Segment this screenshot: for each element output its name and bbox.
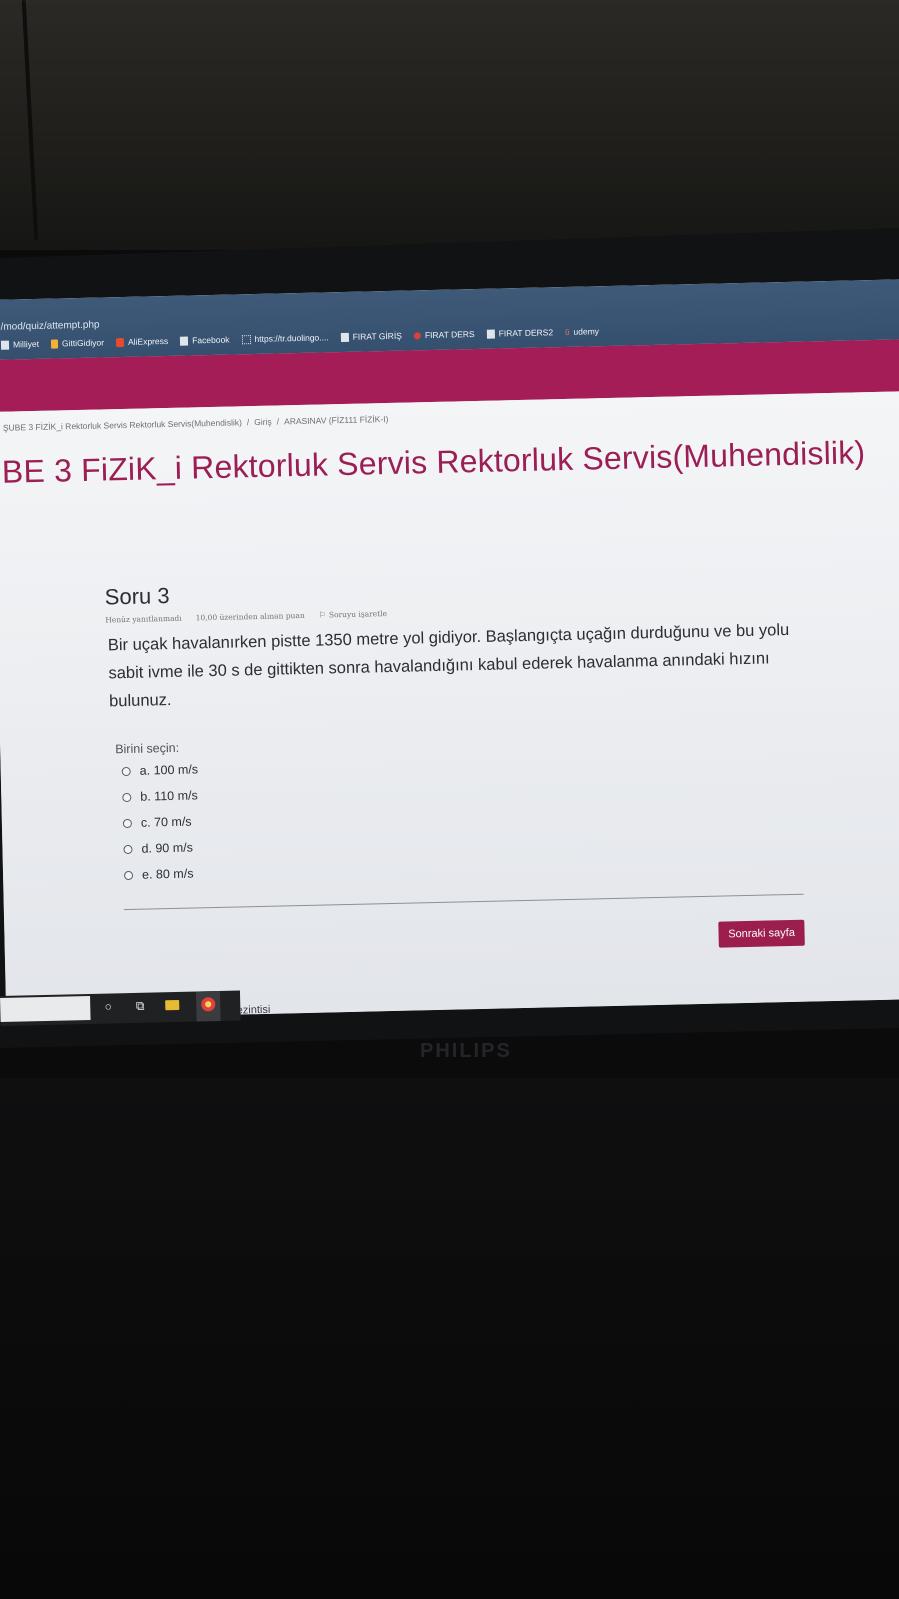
bookmark-label: AliExpress [127, 335, 169, 347]
radio-button[interactable] [122, 792, 132, 802]
answer-option-e[interactable]: e. 80 m/s [123, 866, 194, 883]
milliyet-icon [0, 340, 10, 350]
question-status: Henüz yanıtlanmadı [105, 613, 182, 625]
answer-option-a[interactable]: a. 100 m/s [121, 762, 199, 778]
flag-icon: ⚐ [318, 610, 326, 620]
bookmark-label: udemy [573, 326, 600, 337]
bookmark-milliyet[interactable]: Milliyet [0, 338, 40, 350]
cortana-icon[interactable]: ○ [100, 998, 116, 1014]
chrome-logo [201, 997, 216, 1012]
cable [21, 0, 39, 240]
taskbar-search-box[interactable] [0, 995, 91, 1022]
breadcrumb-course[interactable]: ŞUBE 3 FİZİK_i Rektorluk Servis Rektorlu… [3, 417, 242, 432]
bookmark-duolingo[interactable]: https://tr.duolingo.... [241, 332, 329, 345]
next-page-button[interactable]: Sonraki sayfa [718, 919, 805, 948]
option-label: c. 70 m/s [140, 814, 192, 830]
breadcrumb-separator: / [246, 417, 250, 428]
address-bar[interactable]: /mod/quiz/attempt.php [0, 320, 99, 333]
bookmark-label: Facebook [192, 334, 230, 346]
bookmark-label: FIRAT DERS [424, 329, 475, 341]
monitor-screen: /mod/quiz/attempt.php Milliyet GittiGidi… [0, 279, 899, 1020]
radio-button[interactable] [123, 870, 134, 880]
option-label: b. 110 m/s [140, 788, 198, 804]
bookmark-firat-giris[interactable]: FIRAT GİRİŞ [340, 330, 403, 342]
taskbar: ○ ⧉ [0, 990, 241, 1026]
divider [123, 893, 804, 911]
answer-option-d[interactable]: d. 90 m/s [123, 841, 193, 857]
radio-button[interactable] [121, 766, 131, 776]
bookmark-gittigidiyor[interactable]: GittiGidiyor [50, 337, 105, 349]
radio-button[interactable] [122, 818, 133, 828]
firat-icon [413, 331, 421, 339]
flag-question-link[interactable]: ⚐ Soruyu işaretle [319, 609, 387, 620]
bookmark-firat-ders2[interactable]: FIRAT DERS2 [486, 327, 554, 339]
gittigidiyor-icon [50, 338, 59, 349]
option-label: a. 100 m/s [139, 762, 199, 778]
answer-prompt: Birini seçin: [115, 740, 180, 757]
page-title: BE 3 FiZiK_i Rektorluk Servis Rektorluk … [1, 434, 866, 490]
bookmark-udemy[interactable]: ῦ udemy [565, 326, 599, 337]
flag-label: Soruyu işaretle [328, 609, 388, 620]
aliexpress-icon [115, 337, 125, 347]
breadcrumb-quiz[interactable]: ARASINAV (FİZ111 FİZİK-I) [284, 414, 389, 426]
bookmark-label: https://tr.duolingo.... [254, 332, 329, 345]
page-icon [180, 336, 189, 346]
page-icon [340, 332, 349, 342]
answer-option-c[interactable]: c. 70 m/s [122, 814, 192, 831]
answer-option-b[interactable]: b. 110 m/s [122, 788, 198, 804]
bookmark-label: Milliyet [12, 338, 40, 350]
bookmark-aliexpress[interactable]: AliExpress [115, 335, 169, 347]
monitor-brand-logo: PHILIPS [420, 1040, 512, 1062]
folder-icon [165, 999, 180, 1011]
grid-icon [241, 334, 251, 344]
breadcrumb: ŞUBE 3 FİZİK_i Rektorluk Servis Rektorlu… [3, 414, 389, 433]
question-number: Soru 3 [104, 583, 170, 610]
bookmark-label: GittiGidiyor [61, 337, 105, 349]
dark-foreground [0, 1078, 899, 1599]
bookmark-facebook[interactable]: Facebook [180, 335, 230, 346]
task-view-icon[interactable]: ⧉ [132, 998, 148, 1014]
option-label: e. 80 m/s [141, 866, 194, 882]
page-icon [486, 329, 495, 339]
file-explorer-icon[interactable] [164, 997, 180, 1013]
breadcrumb-separator: / [276, 416, 280, 427]
question-text: Bir uçak havalanırken pistte 1350 metre … [107, 620, 790, 711]
bookmark-label: FIRAT GİRİŞ [352, 330, 403, 342]
breadcrumb-section[interactable]: Giriş [254, 417, 272, 427]
bookmark-label: FIRAT DERS2 [498, 327, 554, 339]
room-background [0, 0, 899, 250]
radio-button[interactable] [123, 844, 133, 854]
bookmark-firat-ders[interactable]: FIRAT DERS [413, 329, 475, 341]
udemy-icon: ῦ [565, 327, 570, 337]
question-points: 10,00 üzerinden alınan puan [195, 610, 305, 623]
option-label: d. 90 m/s [141, 840, 194, 856]
page-content: ŞUBE 3 FİZİK_i Rektorluk Servis Rektorlu… [0, 391, 899, 1020]
question-info: Henüz yanıtlanmadı 10,00 üzerinden alına… [105, 609, 387, 624]
chrome-icon[interactable] [200, 996, 216, 1012]
